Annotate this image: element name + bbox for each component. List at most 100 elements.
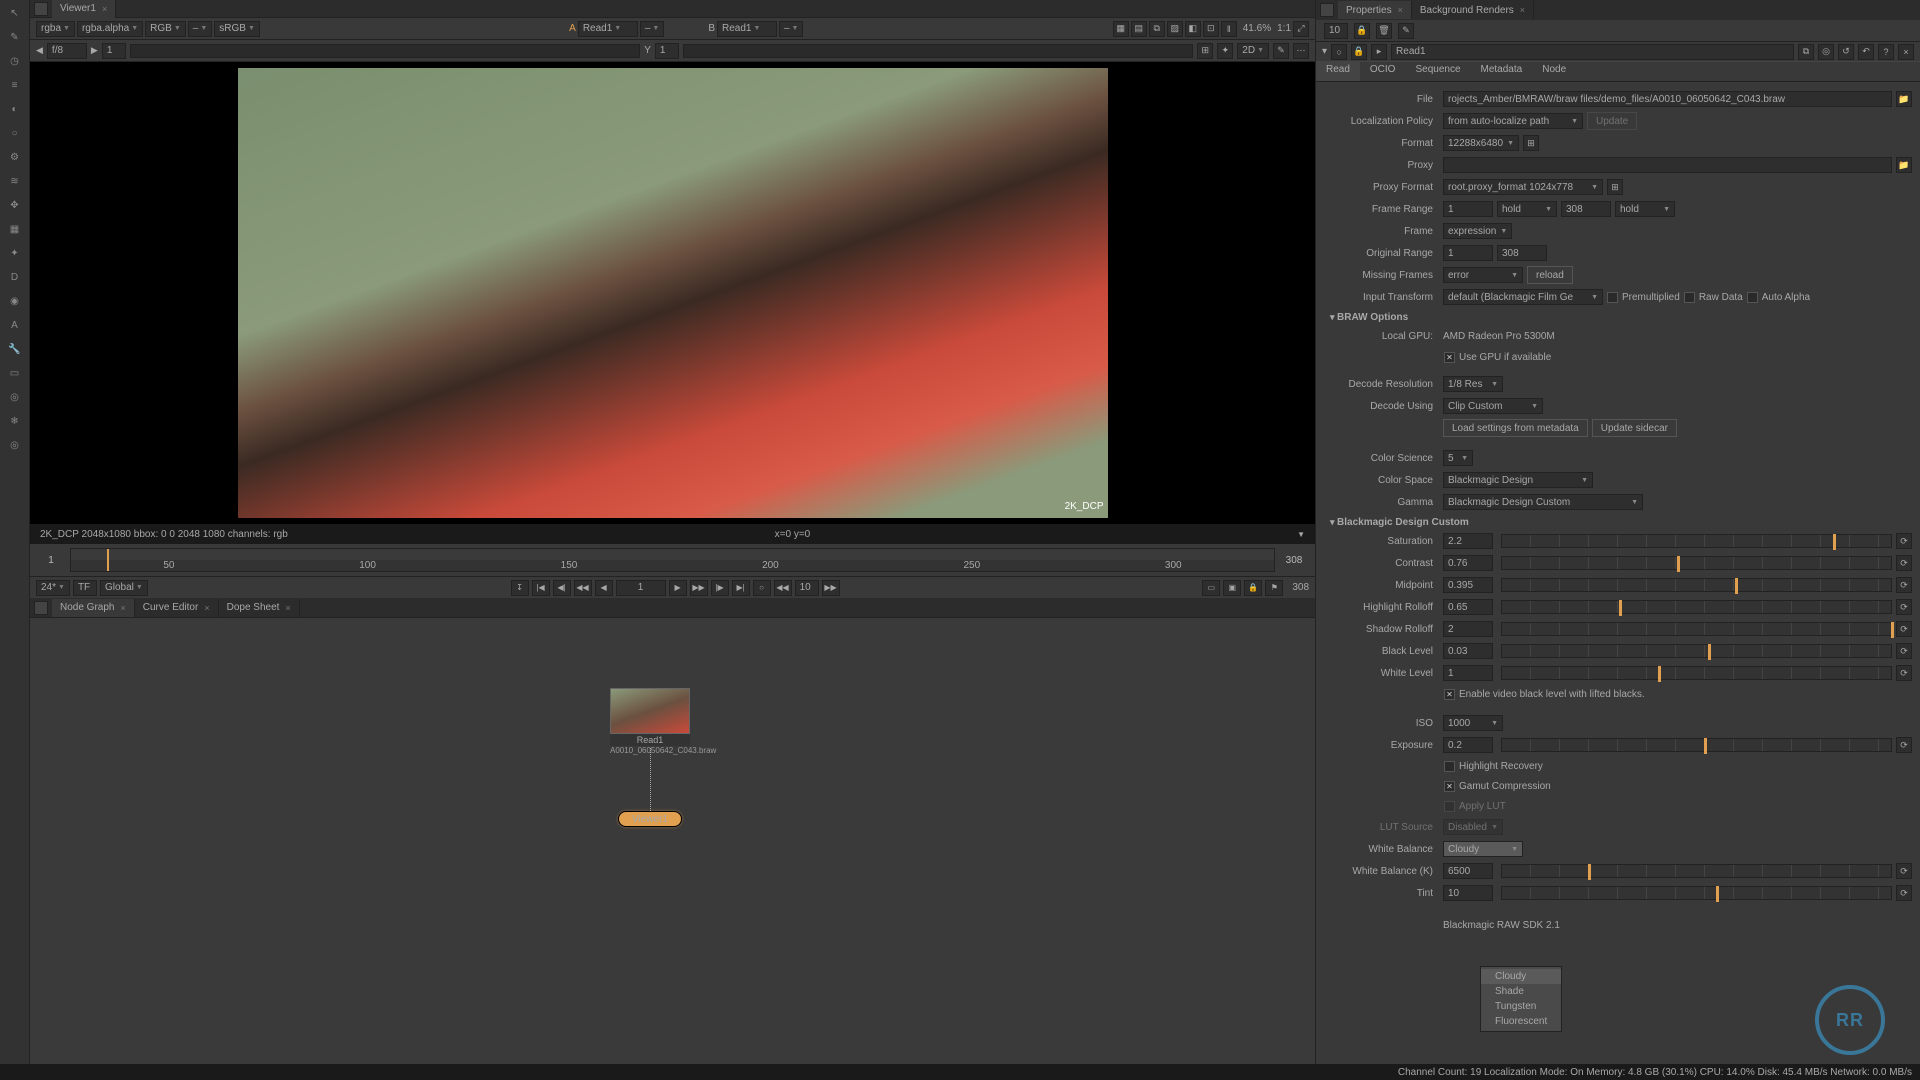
clip-icon[interactable]: ⧉ xyxy=(1149,21,1165,37)
layers-icon[interactable]: ≋ xyxy=(6,172,24,190)
info-dropdown-icon[interactable]: ▼ xyxy=(1297,530,1305,539)
pane-icon-3[interactable] xyxy=(1320,3,1334,17)
gamma-slider[interactable] xyxy=(683,44,1193,58)
eye-icon[interactable]: ◉ xyxy=(6,292,24,310)
panel-icon[interactable]: ▭ xyxy=(6,364,24,382)
b-dash[interactable]: –▼ xyxy=(779,21,804,37)
tab-properties[interactable]: Properties× xyxy=(1338,1,1412,19)
hlr-field[interactable]: 0.65 xyxy=(1443,599,1493,615)
anim-icon[interactable]: ⟳ xyxy=(1896,665,1912,681)
rec-icon[interactable]: ▭ xyxy=(1202,580,1220,596)
lock-panel-icon[interactable]: 🔒 xyxy=(1354,23,1370,39)
anim-icon[interactable]: ⟳ xyxy=(1896,863,1912,879)
clock-icon[interactable]: ◷ xyxy=(6,52,24,70)
dropdown-item[interactable]: Tungsten xyxy=(1481,999,1561,1014)
step-forward-icon[interactable]: ▶▶ xyxy=(690,580,708,596)
d-icon[interactable]: D xyxy=(6,268,24,286)
format-info-icon[interactable]: ⊞ xyxy=(1523,135,1539,151)
update-button[interactable]: Update xyxy=(1587,112,1637,130)
last-frame-icon[interactable]: ▶| xyxy=(732,580,750,596)
list-icon[interactable]: ≡ xyxy=(6,76,24,94)
view-mode-selector[interactable]: 2D▼ xyxy=(1237,43,1269,59)
node-viewer[interactable]: Viewer1 xyxy=(618,811,682,827)
mid-field[interactable]: 0.395 xyxy=(1443,577,1493,593)
proxy-icon[interactable]: ◧ xyxy=(1185,21,1201,37)
float-icon[interactable]: ⧉ xyxy=(1798,44,1814,60)
pause-icon[interactable]: ‖ xyxy=(1221,21,1237,37)
display-lut-selector[interactable]: sRGB▼ xyxy=(214,21,260,37)
sparkle-icon[interactable]: ✦ xyxy=(6,244,24,262)
overlay-icon[interactable]: ⊞ xyxy=(1197,43,1213,59)
pane-icon[interactable] xyxy=(34,2,48,16)
proxy-format-dropdown[interactable]: root.proxy_format 1024x778▼ xyxy=(1443,179,1603,195)
prev-key-icon[interactable]: ◀| xyxy=(553,580,571,596)
proxy-field[interactable] xyxy=(1443,157,1892,173)
anim-icon[interactable]: ⟳ xyxy=(1896,577,1912,593)
anim-icon[interactable]: ⟳ xyxy=(1896,885,1912,901)
skip-field[interactable]: 10 xyxy=(795,580,819,596)
more-icon[interactable]: ⋯ xyxy=(1293,43,1309,59)
flag-icon[interactable]: ⚑ xyxy=(1265,580,1283,596)
loc-policy-dropdown[interactable]: from auto-localize path▼ xyxy=(1443,113,1583,129)
format-dropdown[interactable]: 12288x6480▼ xyxy=(1443,135,1519,151)
tab-node-graph[interactable]: Node Graph× xyxy=(52,599,135,617)
bl-field[interactable]: 0.03 xyxy=(1443,643,1493,659)
frame-range-b[interactable]: 308 xyxy=(1561,201,1611,217)
anim-icon[interactable]: ⟳ xyxy=(1896,737,1912,753)
shr-field[interactable]: 2 xyxy=(1443,621,1493,637)
close-prop-icon[interactable]: × xyxy=(1898,44,1914,60)
gamma-field[interactable]: 1 xyxy=(655,43,679,59)
decode-res-dropdown[interactable]: 1/8 Res▼ xyxy=(1443,376,1503,392)
first-frame-icon[interactable]: |◀ xyxy=(532,580,550,596)
roi-icon[interactable]: ▨ xyxy=(1167,21,1183,37)
b-input-selector[interactable]: Read1▼ xyxy=(717,21,777,37)
frame-range-hold1[interactable]: hold▼ xyxy=(1497,201,1557,217)
color-science-dropdown[interactable]: 5▼ xyxy=(1443,450,1473,466)
wbk-field[interactable]: 6500 xyxy=(1443,863,1493,879)
fstop-field[interactable]: f/8 xyxy=(47,43,87,59)
tab-dope-sheet[interactable]: Dope Sheet× xyxy=(219,599,300,617)
bl-slider[interactable] xyxy=(1501,644,1892,658)
fps-selector[interactable]: 24*▼ xyxy=(36,580,70,596)
node-read[interactable]: Read1 A0010_06050642_C043.braw xyxy=(610,688,690,755)
hlrec-checkbox[interactable] xyxy=(1444,761,1455,772)
overscan-icon[interactable]: ⊡ xyxy=(1203,21,1219,37)
skip-fwd-icon[interactable]: ▶▶ xyxy=(822,580,840,596)
con-field[interactable]: 0.76 xyxy=(1443,555,1493,571)
tint-field[interactable]: 10 xyxy=(1443,885,1493,901)
node-graph[interactable]: Read1 A0010_06050642_C043.braw Viewer1 xyxy=(30,618,1315,1080)
snowflake-icon[interactable]: ❄ xyxy=(6,412,24,430)
a-input-selector[interactable]: Read1▼ xyxy=(578,21,638,37)
zoom-fit-icon[interactable]: ⤢ xyxy=(1293,21,1309,37)
sphere-icon[interactable]: ◐ xyxy=(6,100,24,118)
load-settings-button[interactable]: Load settings from metadata xyxy=(1443,419,1588,437)
cube-icon[interactable]: ▦ xyxy=(6,220,24,238)
ptab-sequence[interactable]: Sequence xyxy=(1405,62,1470,81)
ptab-metadata[interactable]: Metadata xyxy=(1471,62,1533,81)
ptab-ocio[interactable]: OCIO xyxy=(1360,62,1406,81)
split-icon[interactable]: ▤ xyxy=(1131,21,1147,37)
help-icon[interactable]: ? xyxy=(1878,44,1894,60)
wipe-selector[interactable]: –▼ xyxy=(188,21,213,37)
step-back-icon[interactable]: ◀◀ xyxy=(574,580,592,596)
wrench-icon[interactable]: 🔧 xyxy=(6,340,24,358)
dropdown-item[interactable]: Fluorescent xyxy=(1481,1014,1561,1029)
guides-icon[interactable]: ✦ xyxy=(1217,43,1233,59)
con-slider[interactable] xyxy=(1501,556,1892,570)
mid-slider[interactable] xyxy=(1501,578,1892,592)
orig-range-a[interactable]: 1 xyxy=(1443,245,1493,261)
premult-checkbox[interactable] xyxy=(1607,292,1618,303)
dropdown-item[interactable]: Cloudy xyxy=(1481,969,1561,984)
exp-field[interactable]: 0.2 xyxy=(1443,737,1493,753)
proxy-format-info-icon[interactable]: ⊞ xyxy=(1607,179,1623,195)
frame-range-a[interactable]: 1 xyxy=(1443,201,1493,217)
brush-icon[interactable]: ✎ xyxy=(6,28,24,46)
enable-vbl-checkbox[interactable]: ✕ xyxy=(1444,689,1455,700)
edit-panel-icon[interactable]: ✎ xyxy=(1398,23,1414,39)
text-icon[interactable]: A xyxy=(6,316,24,334)
anim-icon[interactable]: ⟳ xyxy=(1896,599,1912,615)
play-back-icon[interactable]: ◀ xyxy=(595,580,613,596)
gain-slider[interactable] xyxy=(130,44,640,58)
node-indicator-icon[interactable]: ○ xyxy=(1331,44,1347,60)
iso-dropdown[interactable]: 1000▼ xyxy=(1443,715,1503,731)
